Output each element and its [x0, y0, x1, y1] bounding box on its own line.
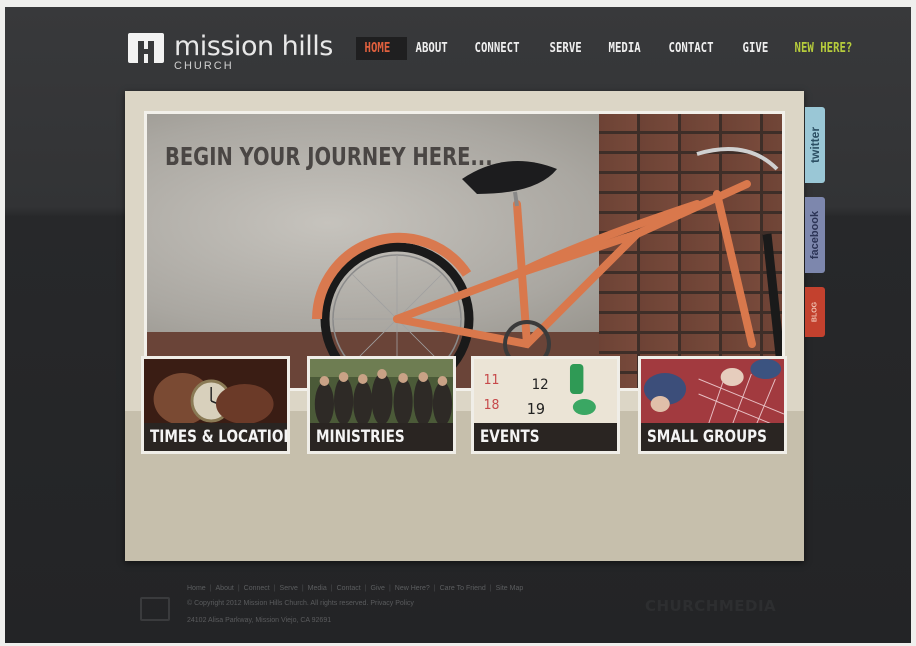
nav-give[interactable]: GIVE — [734, 37, 785, 60]
bicycle-image — [312, 147, 782, 388]
footer-logo-icon — [140, 597, 170, 621]
pocket-watch-image — [144, 359, 287, 425]
footer-link-media[interactable]: Media — [308, 585, 327, 592]
group-photo-image — [310, 359, 453, 425]
tile-label: EVENTS — [480, 427, 540, 447]
twitter-tab[interactable]: twitter — [805, 107, 825, 183]
main-nav: HOME ABOUT CONNECT SERVE MEDIA CONTACT G… — [356, 37, 876, 60]
logo-subtitle: CHURCH — [174, 60, 234, 72]
tile-label: TIMES & LOCATION — [150, 427, 290, 447]
footer-link-new-here[interactable]: New Here? — [395, 585, 430, 592]
footer-address: 24102 Alisa Parkway, Mission Viejo, CA 9… — [187, 617, 332, 624]
logo-mark-icon — [128, 33, 164, 63]
tile-events[interactable]: 11 12 18 19 EVENTS — [471, 356, 620, 454]
nav-connect[interactable]: CONNECT — [466, 37, 541, 60]
nav-home[interactable]: HOME — [356, 37, 408, 60]
content-frame: BEGIN YOUR JOURNEY HERE... — [125, 91, 804, 561]
calendar-pushpin-image: 11 12 18 19 — [474, 359, 617, 425]
tile-label: MINISTRIES — [316, 427, 405, 447]
tile-small-groups[interactable]: SMALL GROUPS — [638, 356, 787, 454]
nav-media[interactable]: MEDIA — [600, 37, 659, 60]
website-page: mission hills CHURCH HOME ABOUT CONNECT … — [5, 7, 911, 643]
footer-link-care[interactable]: Care To Friend — [440, 585, 486, 592]
footer-brand-logo[interactable]: CHURCHMEDIA — [645, 597, 776, 615]
footer-link-connect[interactable]: Connect — [244, 585, 270, 592]
tile-label: SMALL GROUPS — [647, 427, 767, 447]
facebook-label: facebook — [809, 210, 821, 260]
hero-title: BEGIN YOUR JOURNEY HERE... — [165, 142, 493, 171]
footer-link-home[interactable]: Home — [187, 585, 206, 592]
footer-link-serve[interactable]: Serve — [280, 585, 298, 592]
twitter-label: twitter — [808, 127, 822, 163]
nav-about[interactable]: ABOUT — [407, 37, 466, 60]
svg-text:19: 19 — [527, 401, 545, 418]
svg-text:18: 18 — [484, 398, 500, 413]
footer-copyright: © Copyright 2012 Mission Hills Church. A… — [187, 600, 414, 607]
footer-link-contact[interactable]: Contact — [337, 585, 361, 592]
tile-times-location[interactable]: TIMES & LOCATION — [141, 356, 290, 454]
footer-links: Home | About | Connect | Serve | Media | Cont… — [187, 585, 524, 592]
facebook-tab[interactable]: facebook — [805, 197, 825, 273]
nav-new-here[interactable]: NEW HERE? — [786, 37, 876, 60]
board-game-image — [641, 359, 784, 425]
site-logo[interactable]: mission hills CHURCH — [128, 33, 333, 72]
logo-title: mission hills — [174, 31, 333, 62]
hero-slider[interactable]: BEGIN YOUR JOURNEY HERE... — [144, 111, 785, 391]
footer-link-site-map[interactable]: Site Map — [496, 585, 524, 592]
nav-serve[interactable]: SERVE — [541, 37, 600, 60]
footer-link-about[interactable]: About — [216, 585, 234, 592]
blog-label: BLOG — [811, 301, 819, 323]
svg-text:12: 12 — [532, 377, 549, 393]
svg-text:11: 11 — [484, 373, 500, 388]
nav-contact[interactable]: CONTACT — [660, 37, 735, 60]
footer-link-give[interactable]: Give — [371, 585, 385, 592]
tile-ministries[interactable]: MINISTRIES — [307, 356, 456, 454]
blog-tab[interactable]: BLOG — [805, 287, 825, 337]
